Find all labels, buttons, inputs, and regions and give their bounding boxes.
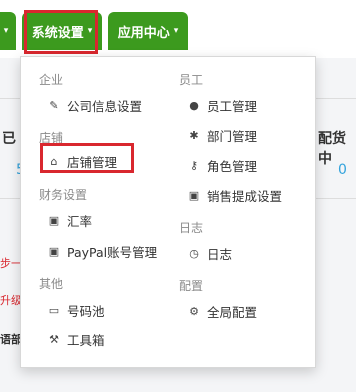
bg-row-text-2: 升级 <box>0 294 22 307</box>
money-icon: ▣ <box>48 213 60 227</box>
caret-down-icon: ▾ <box>3 26 9 36</box>
caret-down-icon: ▾ <box>87 26 93 36</box>
menu-item-exchange-rate[interactable]: ▣ 汇率 <box>47 209 92 231</box>
nav-tab-app-center-label: 应用中心 <box>117 25 170 41</box>
menu-item-sales-commission[interactable]: ▣ 销售提成设置 <box>187 184 282 206</box>
menu-item-label: 全局配置 <box>207 304 258 320</box>
bg-row-text-1: 步一 <box>0 257 22 270</box>
menu-item-label: 汇率 <box>67 213 93 229</box>
menu-item-label: 店铺管理 <box>67 154 118 170</box>
group-title-finance: 财务设置 <box>39 188 88 202</box>
money-icon: ▣ <box>188 188 200 202</box>
menu-item-global-config[interactable]: ⚙ 全局配置 <box>187 300 257 322</box>
group-title-other: 其他 <box>39 277 64 291</box>
group-title-config: 配置 <box>179 279 204 293</box>
nav-tab-app-center[interactable]: 应用中心 ▾ <box>108 12 188 50</box>
gear-icon: ⚙ <box>189 304 199 318</box>
menu-item-store-management[interactable]: ⌂ 店铺管理 <box>47 150 118 172</box>
bg-row-text-3: 语部 <box>0 333 22 346</box>
inbox-icon: ▭ <box>48 303 60 317</box>
group-title-store: 店铺 <box>39 131 64 145</box>
key-icon: ⚷ <box>189 158 199 172</box>
nav-tab-previous[interactable]: ▾ <box>0 12 16 50</box>
group-title-company: 企业 <box>39 73 64 87</box>
menu-item-label: 公司信息设置 <box>67 98 143 114</box>
menu-item-label: 号码池 <box>67 303 105 319</box>
money-icon: ▣ <box>48 244 60 258</box>
edit-icon: ✎ <box>49 98 59 112</box>
top-navbar: ▾ 系统设置 ▾ 应用中心 ▾ <box>0 0 356 58</box>
bg-value-2: 0 <box>338 162 347 178</box>
home-icon: ⌂ <box>50 154 58 168</box>
menu-item-label: 日志 <box>207 246 233 262</box>
bg-header-1: 已 <box>2 131 16 147</box>
nav-tab-system-settings[interactable]: 系统设置 ▾ <box>22 12 102 50</box>
nav-tab-system-settings-label: 系统设置 <box>31 25 84 41</box>
menu-item-label: 销售提成设置 <box>207 188 283 204</box>
bg-header-2: 配货中 <box>318 131 346 167</box>
menu-item-label: 部门管理 <box>207 128 258 144</box>
clock-icon: ◷ <box>189 246 199 260</box>
menu-item-company-info[interactable]: ✎ 公司信息设置 <box>47 94 142 116</box>
menu-item-label: 员工管理 <box>207 98 258 114</box>
menu-item-department-management[interactable]: ✱ 部门管理 <box>187 124 257 146</box>
caret-down-icon: ▾ <box>173 26 179 36</box>
menu-item-label: 角色管理 <box>207 158 258 174</box>
menu-item-label: PayPal账号管理 <box>67 244 158 260</box>
menu-item-logs[interactable]: ◷ 日志 <box>187 242 232 264</box>
menu-item-toolbox[interactable]: ⚒ 工具箱 <box>47 328 105 350</box>
menu-item-label: 工具箱 <box>67 332 105 348</box>
group-title-logs: 日志 <box>179 221 204 235</box>
wrench-icon: ⚒ <box>49 332 59 346</box>
asterisk-icon: ✱ <box>189 128 199 142</box>
menu-item-staff-management[interactable]: ● 员工管理 <box>187 94 257 116</box>
menu-item-role-management[interactable]: ⚷ 角色管理 <box>187 154 257 176</box>
system-settings-dropdown: 企业 ✎ 公司信息设置 店铺 ⌂ 店铺管理 财务设置 ▣ 汇率 ▣ PayPal… <box>20 56 316 368</box>
group-title-staff: 员工 <box>179 73 204 87</box>
menu-item-paypal-accounts[interactable]: ▣ PayPal账号管理 <box>47 240 157 262</box>
menu-item-number-pool[interactable]: ▭ 号码池 <box>47 299 105 321</box>
user-icon: ● <box>189 98 199 112</box>
